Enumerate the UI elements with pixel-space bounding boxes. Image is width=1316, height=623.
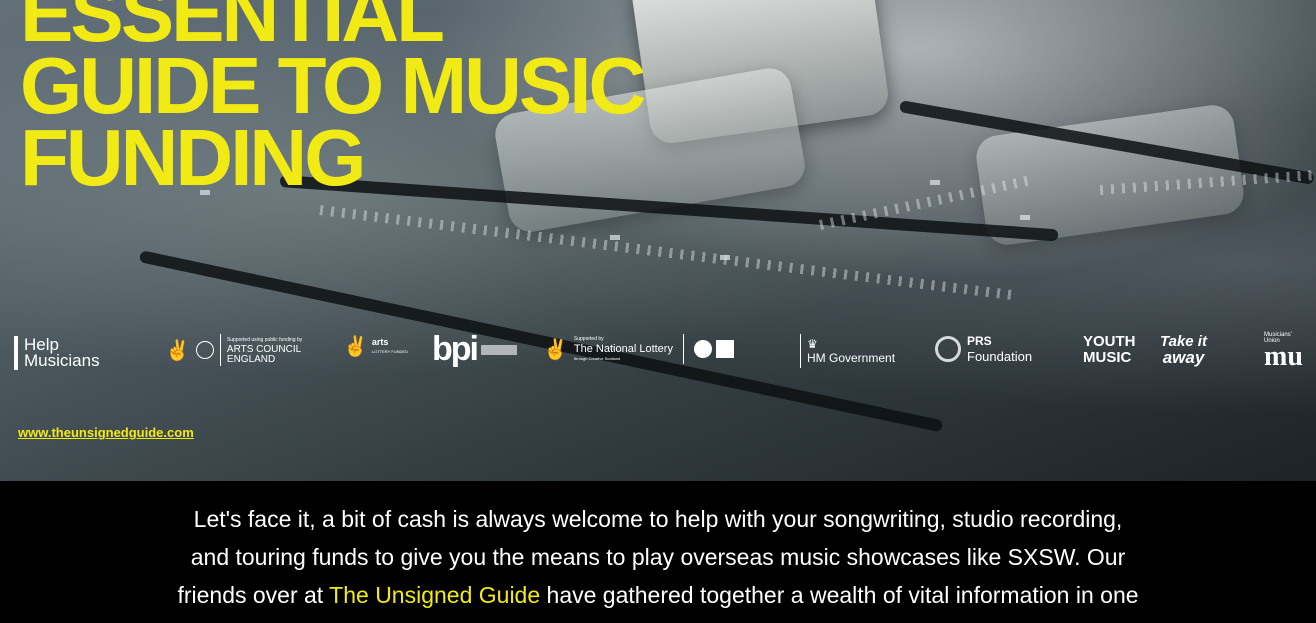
hm-government-logo[interactable]: ♛ HM Government	[800, 334, 895, 368]
national-lottery-sub-text: through Creative Scotland	[573, 356, 621, 361]
arts-lottery-logo[interactable]: ✌ arts LOTTERY FUNDED	[343, 334, 408, 359]
takeit-line2: away	[1162, 348, 1205, 367]
national-lottery-text: The National Lottery	[573, 343, 673, 355]
help-musicians-logo[interactable]: Help Musicians	[14, 336, 100, 370]
help-musicians-line2: Musicians	[24, 351, 100, 370]
musicians-union-logo[interactable]: Musicians' Union mu	[1264, 332, 1303, 372]
intro-line-1: Let's face it, a bit of cash is always w…	[193, 506, 1123, 532]
hero-banner: ESSENTIAL GUIDE TO MUSIC FUNDING Help Mu…	[0, 0, 1316, 481]
lottery-funded-label: LOTTERY FUNDED	[371, 348, 408, 354]
unsigned-guide-url-link[interactable]: www.theunsignedguide.com	[18, 425, 194, 440]
lottery-fingers-icon: ✌	[543, 338, 568, 361]
intro-line-2: and touring funds to give you the means …	[190, 544, 1126, 570]
prs-foundation-logo[interactable]: PRS Foundation	[935, 334, 1032, 364]
youth-line2: MUSIC	[1083, 349, 1132, 366]
intro-line-3-start: friends over at	[177, 582, 330, 608]
page-title: ESSENTIAL GUIDE TO MUSIC FUNDING	[20, 0, 840, 202]
arts-council-england-logo[interactable]: ✌ Supported using public funding by ARTS…	[165, 334, 302, 366]
bpi-logo[interactable]: bpi	[432, 330, 517, 369]
arts-small-label: arts	[371, 336, 389, 347]
unsigned-guide-link[interactable]: The Unsigned Guide	[329, 582, 540, 608]
sponsor-logo-strip: Help Musicians ✌ Supported using public …	[0, 330, 1316, 390]
bpi-bar-icon	[480, 344, 517, 355]
lottery-fingers-icon: ✌	[343, 336, 368, 358]
prs-line2: Foundation	[967, 349, 1033, 364]
square-mark-icon	[715, 340, 734, 358]
bpi-text: bpi	[432, 330, 479, 368]
prs-line1: PRS	[967, 334, 992, 348]
intro-paragraph: Let's face it, a bit of cash is always w…	[0, 500, 1316, 614]
scale-marker-decoration	[1020, 215, 1030, 220]
title-line-3: FUNDING	[20, 113, 366, 202]
divider-line	[219, 334, 221, 366]
scale-marker-decoration	[930, 180, 940, 185]
lottery-fingers-icon: ✌	[165, 339, 190, 362]
prs-circle-icon	[935, 336, 961, 362]
crest-icon: ♛	[807, 337, 818, 351]
intro-line-3: friends over at The Unsigned Guide have …	[0, 576, 1316, 614]
arts-council-line2: ENGLAND	[226, 354, 276, 365]
youth-line1: YOUTH	[1083, 333, 1136, 350]
creative-scotland-icon	[693, 340, 712, 358]
national-lottery-logo[interactable]: ✌ Supported by The National Lottery thro…	[543, 334, 734, 364]
scale-marker-decoration	[610, 235, 620, 240]
youth-music-logo[interactable]: YOUTH MUSIC	[1083, 334, 1136, 366]
take-it-away-logo[interactable]: Take it away	[1160, 334, 1207, 367]
divider-line	[800, 334, 801, 368]
help-musicians-mark-icon	[14, 336, 18, 370]
hm-government-text: HM Government	[807, 351, 896, 365]
mu-text: mu	[1264, 341, 1303, 372]
arts-council-circle-icon	[195, 341, 214, 359]
divider-line	[682, 334, 684, 364]
intro-line-3-end: have gathered together a wealth of vital…	[540, 582, 1139, 608]
scale-marker-decoration	[720, 255, 730, 260]
title-line-2: GUIDE TO MUSIC	[20, 41, 646, 130]
